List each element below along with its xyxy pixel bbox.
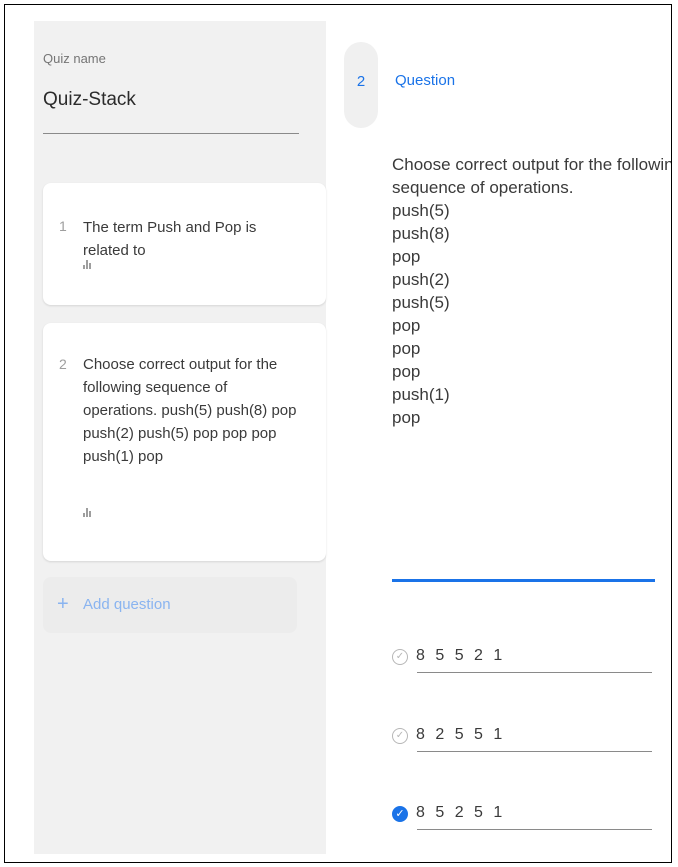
plus-icon: + — [57, 593, 69, 615]
answer-underline — [417, 751, 652, 752]
question-line: sequence of operations. — [392, 178, 574, 197]
add-question-button[interactable]: + Add question — [43, 577, 297, 633]
stats-icon — [83, 507, 93, 517]
mark-correct-icon[interactable]: ✓ — [392, 649, 408, 665]
question-input-focus-line — [392, 579, 655, 582]
question-text: The term Push and Pop is related to — [83, 219, 257, 259]
question-card-2[interactable]: 2 Choose correct output for the followin… — [43, 323, 326, 561]
question-line: pop — [392, 316, 421, 335]
mark-correct-icon[interactable]: ✓ — [392, 728, 408, 744]
answer-text[interactable]: 8 2 5 5 1 — [416, 726, 505, 744]
question-number: 2 — [356, 73, 366, 90]
stats-icon — [83, 259, 93, 269]
sidebar: Quiz name Quiz-Stack 1 The term Push and… — [34, 21, 326, 854]
answer-underline — [417, 672, 652, 673]
quiz-name-input[interactable]: Quiz-Stack — [43, 89, 136, 111]
answer-text[interactable]: 8 5 5 2 1 — [416, 647, 505, 665]
question-label: Question — [395, 72, 456, 89]
quiz-name-label: Quiz name — [43, 51, 106, 66]
answer-option-2[interactable]: ✓ 8 2 5 5 1 — [392, 723, 652, 753]
correct-check-icon[interactable]: ✓ — [392, 806, 408, 822]
question-line: push(2) — [392, 270, 450, 289]
question-line: push(5) — [392, 293, 450, 312]
app-frame: Quiz name Quiz-Stack 1 The term Push and… — [4, 4, 672, 863]
question-line: pop — [392, 408, 421, 427]
question-line: push(1) — [392, 385, 450, 404]
quiz-name-underline — [43, 133, 299, 134]
question-card-1[interactable]: 1 The term Push and Pop is related to — [43, 183, 326, 305]
answer-text[interactable]: 8 5 2 5 1 — [416, 804, 505, 822]
question-text-input[interactable]: Choose correct output for the following … — [392, 153, 672, 429]
answer-underline — [417, 829, 652, 830]
question-line: pop — [392, 247, 421, 266]
question-text: Choose correct output for the following … — [83, 356, 297, 465]
question-line: push(8) — [392, 224, 450, 243]
question-line: pop — [392, 339, 421, 358]
answer-option-1[interactable]: ✓ 8 5 5 2 1 — [392, 644, 652, 674]
question-line: push(5) — [392, 201, 450, 220]
question-number: 1 — [59, 218, 67, 234]
question-number-badge: 2 — [344, 42, 378, 128]
question-line: Choose correct output for the following — [392, 155, 672, 174]
add-question-label: Add question — [83, 596, 171, 613]
question-number: 2 — [59, 356, 67, 372]
answer-option-3[interactable]: ✓ 8 5 2 5 1 — [392, 801, 652, 831]
question-line: pop — [392, 362, 421, 381]
